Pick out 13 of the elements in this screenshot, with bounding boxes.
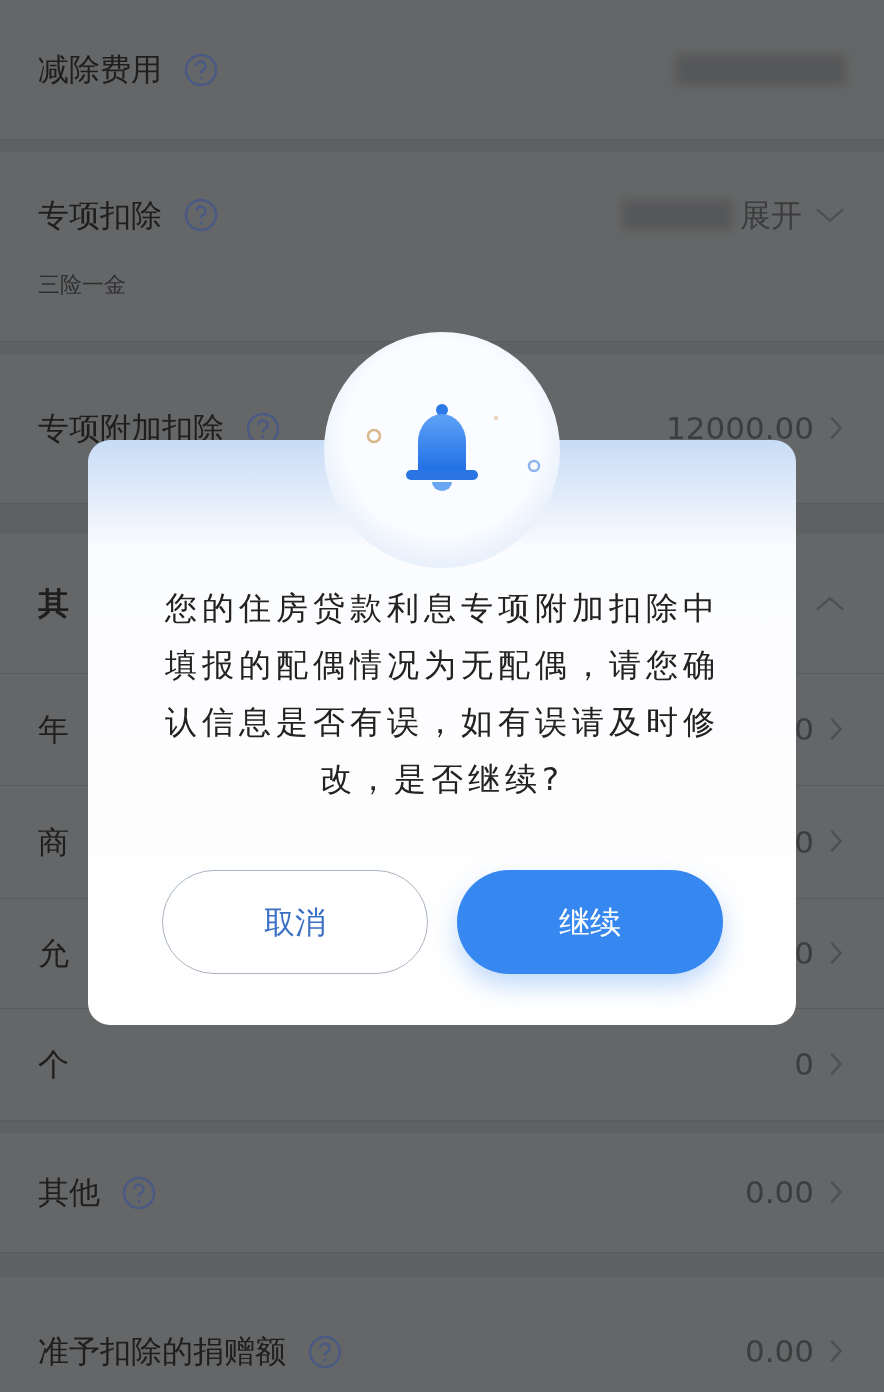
dialog-message: 您的住房贷款利息专项附加扣除中填报的配偶情况为无配偶，请您确认信息是否有误，如有误请及时修改，是否继续? [163, 588, 721, 800]
row-label: 其 [38, 584, 69, 624]
row-label: 允 [38, 934, 69, 974]
cancel-button[interactable]: 取消 [162, 870, 428, 974]
row-label: 减除费用 [38, 50, 162, 90]
row-label: 年 [38, 710, 69, 750]
row-label: 其他 [38, 1173, 100, 1213]
continue-button[interactable]: 继续 [457, 870, 723, 974]
list-row[interactable]: 减除费用 [0, 0, 884, 140]
row-label: 商 [38, 822, 69, 862]
row-label: 专项扣除 [38, 195, 162, 235]
row-label: 准予扣除的捐赠额 [38, 1332, 286, 1372]
row-label: 个 [38, 1045, 69, 1085]
